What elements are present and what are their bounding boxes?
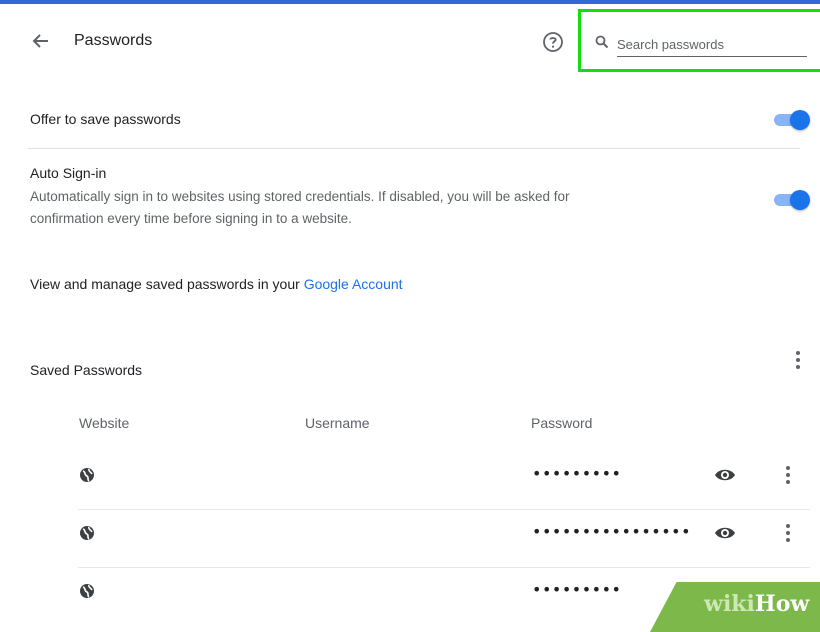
auto-signin-description-line2: confirmation every time before signing i…: [30, 211, 352, 226]
auto-signin-toggle[interactable]: [772, 189, 810, 210]
password-row[interactable]: ••••••••••••••••: [78, 510, 810, 568]
toggle-knob: [790, 190, 810, 210]
google-account-link[interactable]: Google Account: [304, 276, 403, 292]
row-more-actions-icon[interactable]: [778, 521, 798, 545]
globe-icon: [78, 582, 96, 600]
manage-passwords-text: View and manage saved passwords in your …: [30, 276, 403, 292]
show-password-eye-icon[interactable]: [714, 525, 736, 541]
row-more-actions-icon[interactable]: [778, 463, 798, 487]
saved-passwords-menu-icon[interactable]: [788, 348, 808, 372]
password-mask: •••••••••: [532, 464, 622, 483]
search-input[interactable]: [617, 32, 807, 57]
saved-passwords-heading: Saved Passwords: [30, 362, 143, 378]
auto-signin-description-line1: Automatically sign in to websites using …: [30, 189, 570, 204]
password-row[interactable]: •••••••••: [78, 452, 810, 510]
page-header: Passwords: [0, 4, 820, 72]
password-mask: ••••••••••••••••: [532, 522, 691, 541]
divider: [28, 148, 800, 149]
auto-signin-label: Auto Sign-in: [30, 165, 107, 181]
globe-icon: [78, 466, 96, 484]
column-header-website: Website: [79, 415, 130, 431]
offer-to-save-label: Offer to save passwords: [30, 111, 181, 127]
back-arrow-icon[interactable]: [28, 28, 54, 54]
toggle-knob: [790, 110, 810, 130]
watermark-how: How: [754, 591, 810, 617]
search-icon: [595, 35, 609, 49]
page-title: Passwords: [74, 32, 153, 49]
wikihow-watermark: wikiHow: [704, 591, 809, 617]
column-header-username: Username: [305, 415, 370, 431]
password-mask: •••••••••: [532, 580, 622, 599]
column-header-password: Password: [531, 415, 593, 431]
watermark-wiki: wiki: [704, 591, 755, 617]
help-icon[interactable]: [541, 30, 565, 54]
auto-signin-description: Automatically sign in to websites using …: [30, 186, 710, 230]
globe-icon: [78, 524, 96, 542]
offer-to-save-toggle[interactable]: [772, 109, 810, 130]
search-box: [578, 9, 820, 72]
manage-passwords-prefix: View and manage saved passwords in your: [30, 276, 304, 292]
show-password-eye-icon[interactable]: [714, 467, 736, 483]
